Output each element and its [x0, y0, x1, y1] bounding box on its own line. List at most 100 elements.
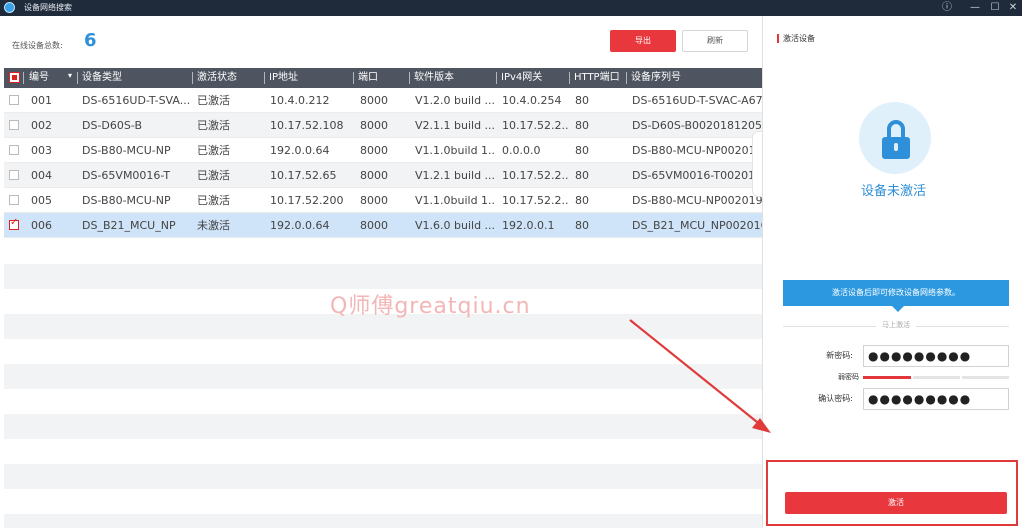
row-checkbox[interactable] [9, 217, 19, 230]
cell-software: V1.6.0 build ... [415, 219, 495, 232]
cell-serial: DS-B80-MCU-NP002019 [632, 194, 762, 207]
cell-gateway: 10.17.52.2... [502, 119, 568, 132]
column-header-gateway[interactable]: IPv4网关 [501, 68, 565, 88]
table-row[interactable]: 005 DS-B80-MCU-NP 已激活 10.17.52.200 8000 V1.1.… [4, 188, 762, 213]
column-header-id[interactable]: 编号 [29, 68, 67, 88]
cell-serial: DS_B21_MCU_NP002016 [632, 219, 762, 232]
strength-segment-gap [911, 376, 913, 379]
lock-keyhole [894, 143, 898, 151]
cell-http-port: 80 [575, 169, 589, 182]
device-list-panel: 在线设备总数: 6 导出 刷新 编号 ▾ 设备类型 激活状态 IP地址 端口 软… [0, 16, 762, 528]
cell-id: 005 [31, 194, 52, 207]
column-header-status[interactable]: 激活状态 [197, 68, 257, 88]
row-checkbox[interactable] [9, 95, 19, 105]
cell-device-type: DS_B21_MCU_NP [82, 219, 176, 232]
password-strength-label: 弱密码 [838, 373, 859, 381]
watermark: Q师傅greatqiu.cn [330, 294, 531, 319]
table-header: 编号 ▾ 设备类型 激活状态 IP地址 端口 软件版本 IPv4网关 HTTP端… [4, 68, 762, 88]
table-row[interactable]: 001 DS-6516UD-T-SVA... 已激活 10.4.0.212 8000 V1… [4, 88, 762, 113]
cell-http-port: 80 [575, 119, 589, 132]
close-icon[interactable]: ✕ [1004, 0, 1022, 16]
cell-software: V1.1.0build 1... [415, 194, 495, 207]
cell-gateway: 0.0.0.0 [502, 144, 541, 157]
cell-port: 8000 [360, 194, 388, 207]
column-header-software[interactable]: 软件版本 [414, 68, 492, 88]
row-checkbox[interactable] [9, 170, 19, 180]
row-checkbox[interactable] [9, 120, 19, 130]
column-header-serial[interactable]: 设备序列号 [631, 68, 761, 88]
column-separator [353, 72, 354, 84]
table-row[interactable]: 002 DS-D60S-B 已激活 10.17.52.108 8000 V2.1.1 bu… [4, 113, 762, 138]
cell-serial: DS-65VM0016-T002019 [632, 169, 762, 182]
new-password-input[interactable]: ●●●●●●●●● [863, 345, 1009, 367]
empty-row [4, 264, 762, 289]
cell-id: 001 [31, 94, 52, 107]
strength-segment-gap [960, 376, 962, 379]
cell-gateway: 192.0.0.1 [502, 219, 555, 232]
cell-status: 已激活 [197, 94, 230, 107]
table-row[interactable]: 006 DS_B21_MCU_NP 未激活 192.0.0.64 8000 V1.6.0 … [4, 213, 762, 238]
tip-arrow [892, 306, 904, 312]
app-logo-icon [4, 2, 15, 13]
column-header-type[interactable]: 设备类型 [82, 68, 182, 88]
cell-ip: 192.0.0.64 [270, 144, 330, 157]
column-separator [77, 72, 78, 84]
column-separator [496, 72, 497, 84]
cell-software: V1.1.0build 1... [415, 144, 495, 157]
panel-collapse-handle[interactable] [752, 131, 762, 197]
cell-ip: 192.0.0.64 [270, 219, 330, 232]
cell-id: 002 [31, 119, 52, 132]
confirm-password-label: 确认密码: [818, 394, 853, 403]
empty-row [4, 364, 762, 389]
select-all-checkbox[interactable] [9, 72, 20, 83]
device-inactive-status: 设备未激活 [861, 184, 927, 199]
refresh-button[interactable]: 刷新 [682, 30, 748, 52]
cell-port: 8000 [360, 144, 388, 157]
cell-status: 已激活 [197, 144, 230, 157]
maximize-icon[interactable]: ☐ [986, 0, 1004, 16]
column-header-http-port[interactable]: HTTP端口 [574, 68, 628, 88]
column-separator [409, 72, 410, 84]
cell-device-type: DS-B80-MCU-NP [82, 194, 171, 207]
cell-http-port: 80 [575, 194, 589, 207]
cell-port: 8000 [360, 219, 388, 232]
cell-device-type: DS-6516UD-T-SVA... [82, 94, 190, 107]
cell-status: 已激活 [197, 169, 230, 182]
row-checkbox[interactable] [9, 195, 19, 205]
sort-caret-icon[interactable]: ▾ [68, 71, 72, 80]
column-header-port[interactable]: 端口 [358, 68, 402, 88]
column-separator [192, 72, 193, 84]
info-icon[interactable]: ⓘ [938, 0, 956, 16]
cell-serial: DS-6516UD-T-SVAC-A67 [632, 94, 762, 107]
cell-status: 已激活 [197, 119, 230, 132]
cell-gateway: 10.17.52.2... [502, 169, 568, 182]
export-button[interactable]: 导出 [610, 30, 676, 52]
cell-id: 003 [31, 144, 52, 157]
section-marker [777, 34, 779, 43]
empty-row [4, 514, 762, 528]
confirm-password-input[interactable]: ●●●●●●●●● [863, 388, 1009, 410]
cell-id: 004 [31, 169, 52, 182]
row-checkbox[interactable] [9, 145, 19, 155]
cell-port: 8000 [360, 94, 388, 107]
empty-row [4, 464, 762, 489]
cell-ip: 10.4.0.212 [270, 94, 330, 107]
empty-row [4, 414, 762, 439]
cell-software: V2.1.1 build ... [415, 119, 495, 132]
online-count-label: 在线设备总数: [12, 41, 63, 50]
column-header-ip[interactable]: IP地址 [269, 68, 349, 88]
column-separator [626, 72, 627, 84]
table-row[interactable]: 003 DS-B80-MCU-NP 已激活 192.0.0.64 8000 V1.1.0b… [4, 138, 762, 163]
activate-button[interactable]: 激活 [785, 492, 1007, 514]
cell-device-type: DS-D60S-B [82, 119, 142, 132]
table-row[interactable]: 004 DS-65VM0016-T 已激活 10.17.52.65 8000 V1.2.1… [4, 163, 762, 188]
password-strength-fill [863, 376, 911, 379]
minimize-icon[interactable]: — [966, 0, 984, 16]
cell-ip: 10.17.52.65 [270, 169, 337, 182]
cell-port: 8000 [360, 119, 388, 132]
window-title-bar: 设备网络搜索 ⓘ — ☐ ✕ [0, 0, 1022, 16]
cell-device-type: DS-B80-MCU-NP [82, 144, 171, 157]
activation-panel-title: 激活设备 [783, 34, 815, 43]
cell-status: 未激活 [197, 219, 230, 232]
cell-gateway: 10.17.52.2... [502, 194, 568, 207]
